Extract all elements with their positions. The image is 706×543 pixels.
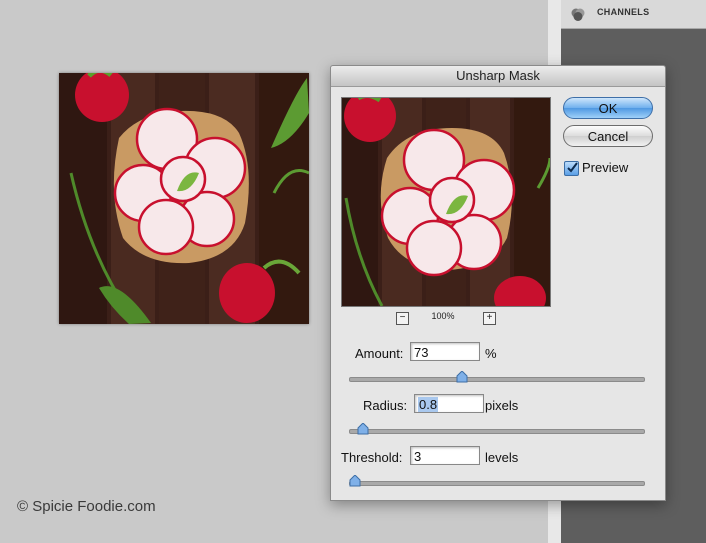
preview-label: Preview [582, 160, 629, 175]
amount-label: Amount: [355, 346, 404, 361]
radius-value: 0.8 [418, 397, 439, 412]
dialog-titlebar[interactable]: Unsharp Mask [331, 66, 665, 87]
checkmark-icon [567, 162, 578, 173]
radish-toast-photo [59, 73, 309, 324]
threshold-slider-track[interactable] [349, 481, 645, 486]
radius-unit: pixels [485, 398, 519, 413]
threshold-unit: levels [485, 450, 519, 465]
watermark-text: © Spicie Foodie.com [17, 498, 156, 515]
threshold-input[interactable]: 3 [410, 446, 480, 465]
radius-slider-thumb[interactable] [357, 423, 369, 435]
amount-unit: % [485, 346, 497, 361]
ok-button[interactable]: OK [563, 97, 653, 119]
channels-icon [571, 8, 585, 21]
radius-slider-track[interactable] [349, 429, 645, 434]
channels-panel-header[interactable]: CHANNELS [561, 0, 706, 29]
preview-window[interactable] [341, 97, 551, 307]
threshold-slider-thumb[interactable] [349, 475, 361, 487]
radius-input[interactable]: 0.8 [414, 394, 484, 413]
cancel-button[interactable]: Cancel [563, 125, 653, 147]
amount-slider-thumb[interactable] [456, 371, 468, 383]
zoom-in-button[interactable]: + [483, 312, 496, 325]
preview-checkbox[interactable] [564, 161, 579, 176]
amount-input[interactable]: 73 [410, 342, 480, 361]
radius-label: Radius: [363, 398, 408, 413]
document-image[interactable] [59, 73, 309, 324]
dialog-title: Unsharp Mask [456, 68, 540, 83]
zoom-level: 100% [431, 311, 455, 321]
amount-slider-track[interactable] [349, 377, 645, 382]
unsharp-mask-dialog: Unsharp Mask − 100% + OK Cancel Preview … [330, 65, 666, 501]
threshold-label: Threshold: [341, 450, 403, 465]
zoom-out-button[interactable]: − [396, 312, 409, 325]
channels-label: CHANNELS [597, 7, 650, 17]
preview-image [342, 98, 550, 306]
